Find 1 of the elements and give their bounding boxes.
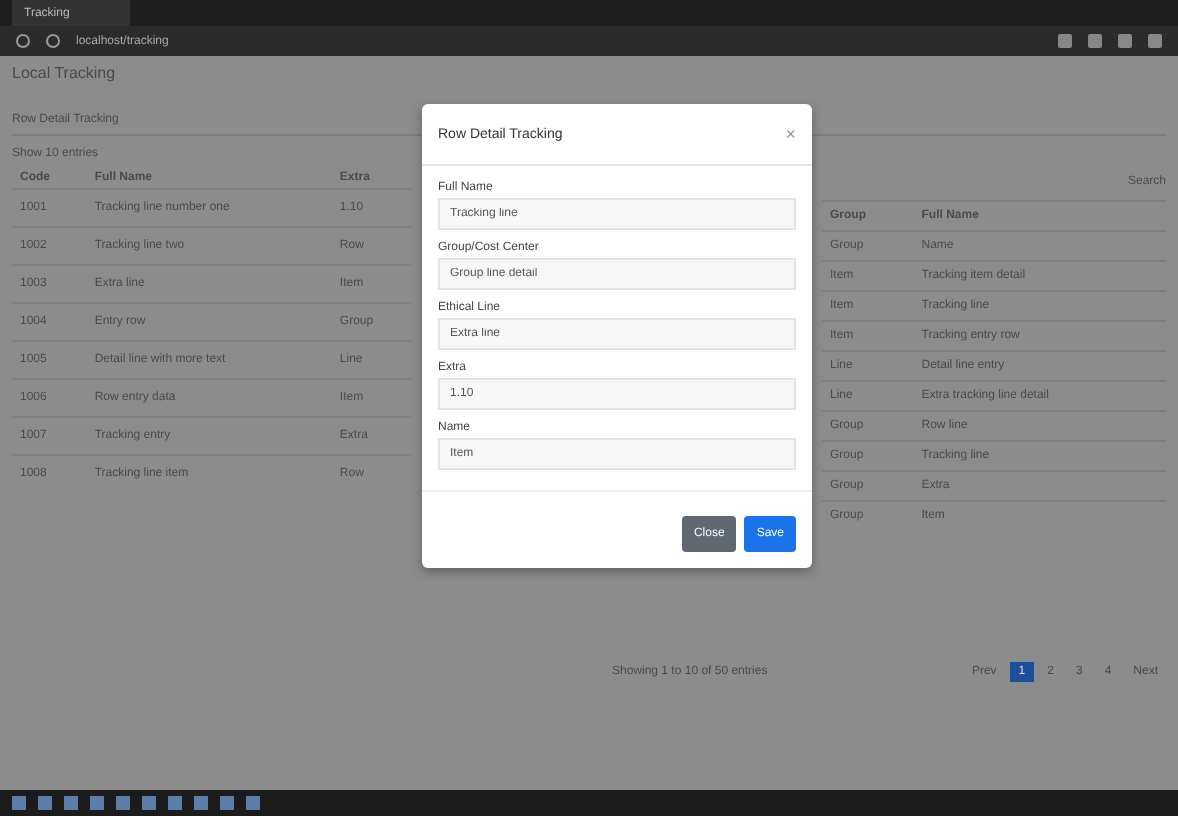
page-title: Local Tracking [12, 64, 118, 82]
